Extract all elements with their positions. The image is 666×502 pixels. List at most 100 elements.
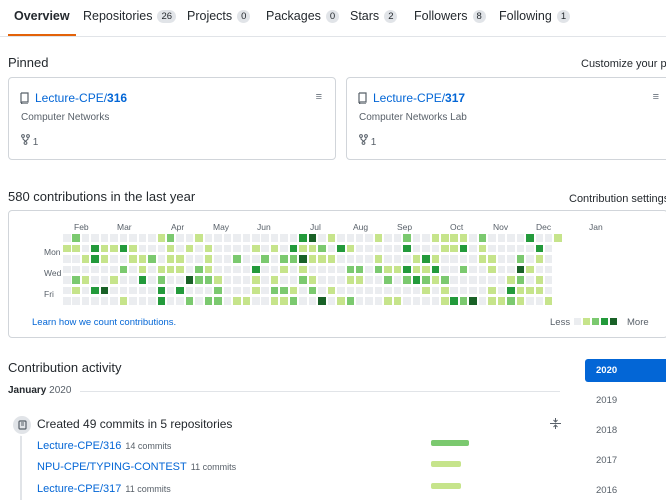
contribution-cell[interactable] xyxy=(195,234,203,242)
contribution-cell[interactable] xyxy=(63,265,71,273)
contribution-cell[interactable] xyxy=(223,276,232,284)
contribution-cell[interactable] xyxy=(308,286,317,294)
contribution-cell[interactable] xyxy=(138,265,147,273)
contribution-cell[interactable] xyxy=(516,297,525,305)
contribution-cell[interactable] xyxy=(233,255,241,263)
contribution-cell[interactable] xyxy=(270,234,279,242)
contribution-cell[interactable] xyxy=(526,265,534,273)
contribution-cell[interactable] xyxy=(365,255,373,263)
contribution-cell[interactable] xyxy=(138,234,147,242)
contribution-cell[interactable] xyxy=(242,255,251,263)
contribution-cell[interactable] xyxy=(393,286,402,294)
contribution-cell[interactable] xyxy=(91,265,99,273)
contribution-cell[interactable] xyxy=(355,234,364,242)
contribution-cell[interactable] xyxy=(507,297,515,305)
contribution-cell[interactable] xyxy=(138,244,147,252)
contribution-cell[interactable] xyxy=(544,265,553,273)
contribution-cell[interactable] xyxy=(270,276,279,284)
contribution-cell[interactable] xyxy=(441,286,449,294)
contribution-cell[interactable] xyxy=(280,234,288,242)
contribution-cell[interactable] xyxy=(526,297,534,305)
contribution-cell[interactable] xyxy=(185,297,194,305)
contribution-cell[interactable] xyxy=(223,286,232,294)
contribution-cell[interactable] xyxy=(280,255,288,263)
contribution-cell[interactable] xyxy=(81,255,90,263)
contribution-cell[interactable] xyxy=(252,297,260,305)
contribution-cell[interactable] xyxy=(488,265,496,273)
contribution-cell[interactable] xyxy=(327,297,336,305)
contribution-cell[interactable] xyxy=(412,234,421,242)
contribution-cell[interactable] xyxy=(204,276,213,284)
contribution-cell[interactable] xyxy=(403,255,411,263)
contribution-cell[interactable] xyxy=(431,244,440,252)
contribution-cell[interactable] xyxy=(214,286,222,294)
contribution-cell[interactable] xyxy=(422,297,430,305)
contribution-cell[interactable] xyxy=(526,276,534,284)
contribution-cell[interactable] xyxy=(195,255,203,263)
contribution-cell[interactable] xyxy=(270,297,279,305)
contribution-cell[interactable] xyxy=(148,255,156,263)
contribution-cell[interactable] xyxy=(384,255,392,263)
contribution-cell[interactable] xyxy=(431,255,440,263)
contribution-cell[interactable] xyxy=(516,255,525,263)
contribution-cell[interactable] xyxy=(280,297,288,305)
contribution-cell[interactable] xyxy=(337,297,345,305)
contribution-cell[interactable] xyxy=(412,244,421,252)
contribution-cell[interactable] xyxy=(412,265,421,273)
contribution-cell[interactable] xyxy=(346,276,354,284)
contribution-cell[interactable] xyxy=(393,297,402,305)
contribution-cell[interactable] xyxy=(214,297,222,305)
contribution-cell[interactable] xyxy=(148,234,156,242)
contribution-cell[interactable] xyxy=(252,276,260,284)
contribution-cell[interactable] xyxy=(100,244,109,252)
contribution-cell[interactable] xyxy=(91,297,99,305)
contribution-cell[interactable] xyxy=(469,265,477,273)
tab-following[interactable]: Following 1 xyxy=(499,9,571,36)
contribution-cell[interactable] xyxy=(100,255,109,263)
contribution-cell[interactable] xyxy=(261,286,269,294)
contribution-cell[interactable] xyxy=(450,244,458,252)
contribution-cell[interactable] xyxy=(544,286,553,294)
contribution-cell[interactable] xyxy=(270,244,279,252)
contribution-cell[interactable] xyxy=(242,244,251,252)
contribution-cell[interactable] xyxy=(507,234,515,242)
contribution-cell[interactable] xyxy=(148,276,156,284)
contribution-cell[interactable] xyxy=(100,265,109,273)
contribution-cell[interactable] xyxy=(81,244,90,252)
year-2020[interactable]: 2020 xyxy=(585,359,666,382)
year-2019[interactable]: 2019 xyxy=(585,389,666,412)
contribution-cell[interactable] xyxy=(100,297,109,305)
activity-repo-link[interactable]: NPU-CPE/TYPING-CONTEST xyxy=(37,461,187,473)
contribution-cell[interactable] xyxy=(431,297,440,305)
contribution-cell[interactable] xyxy=(469,297,477,305)
contribution-cell[interactable] xyxy=(157,255,165,263)
contribution-cell[interactable] xyxy=(204,265,213,273)
contribution-cell[interactable] xyxy=(346,234,354,242)
contribution-cell[interactable] xyxy=(270,286,279,294)
contribution-cell[interactable] xyxy=(488,255,496,263)
contribution-cell[interactable] xyxy=(450,297,458,305)
contribution-cell[interactable] xyxy=(554,234,562,242)
contribution-cell[interactable] xyxy=(393,244,402,252)
contribution-cell[interactable] xyxy=(138,286,147,294)
contribution-cell[interactable] xyxy=(497,265,506,273)
contribution-cell[interactable] xyxy=(516,265,525,273)
contribution-cell[interactable] xyxy=(516,234,525,242)
contribution-cell[interactable] xyxy=(422,244,430,252)
contribution-cell[interactable] xyxy=(261,255,269,263)
pinned-repo-link[interactable]: Lecture-CPE/316 xyxy=(35,91,127,105)
year-2016[interactable]: 2016 xyxy=(585,479,666,502)
contribution-cell[interactable] xyxy=(422,276,430,284)
contribution-cell[interactable] xyxy=(91,276,99,284)
contribution-cell[interactable] xyxy=(129,297,137,305)
contribution-cell[interactable] xyxy=(166,255,175,263)
contribution-cell[interactable] xyxy=(469,255,477,263)
contribution-cell[interactable] xyxy=(450,234,458,242)
contribution-cell[interactable] xyxy=(129,276,137,284)
contribution-cell[interactable] xyxy=(176,244,184,252)
contribution-cell[interactable] xyxy=(223,244,232,252)
contribution-cell[interactable] xyxy=(185,255,194,263)
repo-forks[interactable]: 1 xyxy=(359,134,376,148)
activity-repo-link[interactable]: Lecture-CPE/316 xyxy=(37,440,121,452)
contribution-cell[interactable] xyxy=(384,276,392,284)
